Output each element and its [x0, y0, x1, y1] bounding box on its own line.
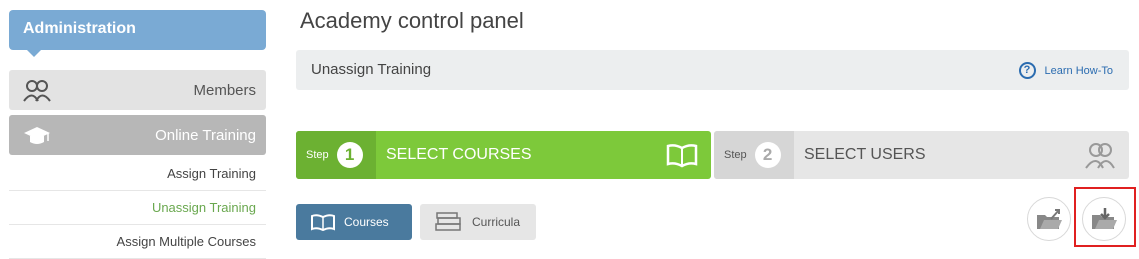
stacked-books-icon: [435, 212, 461, 231]
curricula-toggle-button[interactable]: Curricula: [420, 204, 536, 240]
export-button[interactable]: [1027, 197, 1071, 241]
graduation-cap-icon: [24, 127, 50, 144]
courses-toggle-button[interactable]: Courses: [296, 204, 412, 240]
courses-label: Courses: [344, 215, 389, 229]
step-select-users[interactable]: Step 2 SELECT USERS: [714, 131, 1129, 179]
step-2-badge: Step 2: [714, 131, 794, 179]
users-icon: [1085, 143, 1115, 169]
step-word: Step: [306, 149, 329, 161]
book-icon: [311, 214, 335, 231]
members-icon: [23, 80, 51, 102]
step-number: 2: [754, 142, 781, 168]
step-1-badge: Step 1: [296, 131, 376, 179]
sidebar-item-online-training-label: Online Training: [155, 126, 256, 144]
step-number: 1: [336, 142, 363, 168]
section-header: Unassign Training ? Learn How-To: [296, 50, 1129, 90]
administration-header: Administration: [9, 10, 266, 57]
sidebar-subitem-assign-training[interactable]: Assign Training: [9, 157, 266, 191]
step-title: SELECT USERS: [804, 146, 926, 163]
learn-how-to-label: Learn How-To: [1044, 64, 1113, 77]
export-folder-icon: [1037, 209, 1062, 229]
page-title: Academy control panel: [300, 8, 524, 33]
help-icon: ?: [1018, 62, 1036, 79]
sidebar-item-members[interactable]: Members: [9, 70, 266, 110]
open-book-icon: [666, 144, 698, 168]
sidebar-subitem-unassign-training[interactable]: Unassign Training: [9, 191, 266, 225]
sidebar-subitem-assign-multiple-courses[interactable]: Assign Multiple Courses: [9, 225, 266, 259]
step-word: Step: [724, 149, 747, 161]
curricula-label: Curricula: [472, 215, 521, 229]
section-title: Unassign Training: [311, 61, 432, 78]
learn-how-to-link[interactable]: ? Learn How-To: [1018, 62, 1113, 79]
sidebar-item-online-training[interactable]: Online Training: [9, 115, 266, 155]
step-select-courses[interactable]: Step 1 SELECT COURSES: [296, 131, 711, 179]
step-title: SELECT COURSES: [386, 146, 532, 163]
highlight-box: [1074, 187, 1136, 247]
sidebar-item-members-label: Members: [193, 81, 256, 99]
